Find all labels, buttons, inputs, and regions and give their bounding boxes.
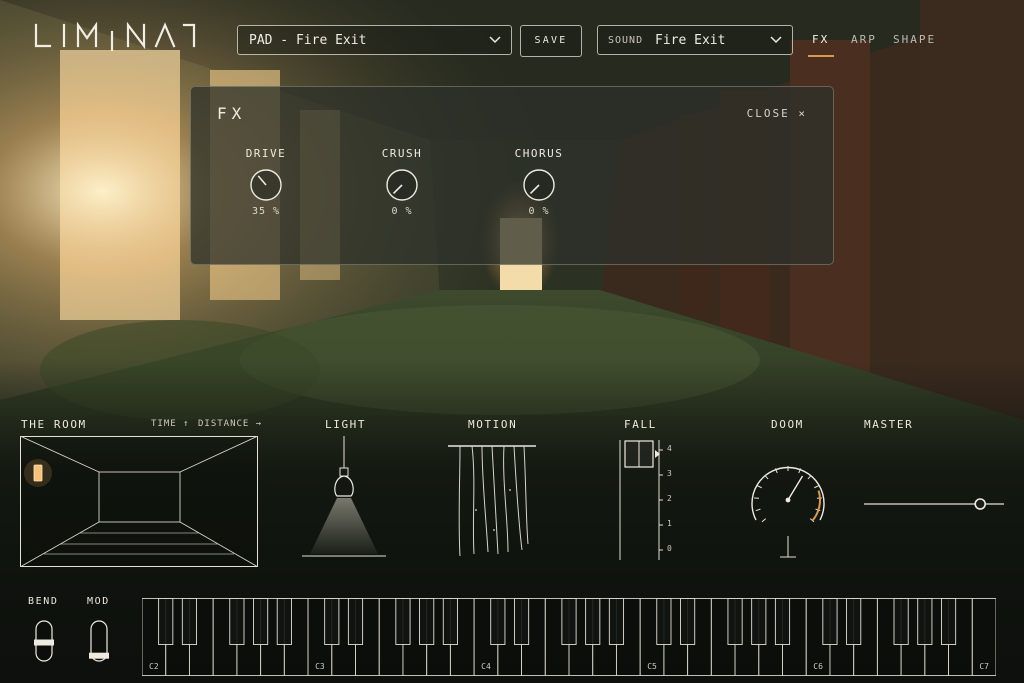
pitch-bend-wheel[interactable]: [34, 620, 54, 662]
black-key[interactable]: [561, 598, 577, 645]
light-control[interactable]: [300, 436, 388, 560]
bend-label: BEND: [28, 596, 59, 607]
black-key[interactable]: [181, 598, 198, 645]
black-key[interactable]: [608, 598, 625, 645]
black-key[interactable]: [585, 598, 601, 645]
fx-panel: FX CLOSE × DRIVE 35 % CRUSH 0 % CHORUS 0…: [190, 86, 834, 265]
black-key[interactable]: [940, 598, 957, 645]
octave-label: C7: [979, 662, 989, 671]
light-title: LIGHT: [325, 418, 367, 431]
black-key[interactable]: [442, 598, 458, 645]
knob-dial[interactable]: [385, 168, 419, 202]
black-key[interactable]: [395, 598, 411, 645]
close-label: CLOSE: [746, 107, 790, 120]
black-key[interactable]: [917, 598, 933, 645]
knob-value: 0 %: [391, 206, 413, 217]
preset-selector-text: PAD - Fire Exit: [249, 33, 367, 48]
save-button[interactable]: SAVE: [520, 25, 582, 57]
fall-scale-1: 1: [667, 519, 673, 528]
master-title: MASTER: [864, 418, 914, 431]
room-xy-pad[interactable]: [20, 436, 258, 567]
black-key[interactable]: [229, 598, 245, 645]
doom-title: DOOM: [771, 418, 804, 431]
motion-control[interactable]: [446, 440, 538, 560]
black-key[interactable]: [774, 598, 791, 645]
octave-label: C2: [149, 662, 159, 671]
black-key[interactable]: [727, 598, 743, 645]
black-key[interactable]: [347, 598, 364, 645]
tab-fx[interactable]: FX: [812, 33, 829, 46]
knob-crush[interactable]: CRUSH 0 %: [372, 147, 432, 217]
liminal-logo: [34, 22, 196, 52]
black-key[interactable]: [324, 598, 340, 645]
tab-arp[interactable]: ARP: [851, 33, 877, 46]
black-key[interactable]: [656, 598, 672, 645]
black-key[interactable]: [822, 598, 838, 645]
fall-scale-0: 0: [667, 544, 673, 553]
master-slider[interactable]: [862, 494, 1006, 514]
black-key[interactable]: [158, 598, 174, 645]
piano-keyboard[interactable]: C2 C3 C4 C5 C6 C7: [142, 598, 996, 676]
tab-shape[interactable]: SHAPE: [893, 33, 936, 46]
knob-drive[interactable]: DRIVE 35 %: [236, 147, 296, 217]
preset-selector[interactable]: PAD - Fire Exit: [237, 25, 512, 55]
master-slider-thumb: [974, 498, 986, 510]
fall-slider[interactable]: 4 3 2 1 0: [615, 436, 685, 562]
knob-dial[interactable]: [522, 168, 556, 202]
octave-label: C4: [481, 662, 491, 671]
room-distance-label: DISTANCE →: [198, 419, 263, 429]
chevron-down-icon: [770, 36, 782, 44]
black-key[interactable]: [513, 598, 530, 645]
knob-dial[interactable]: [249, 168, 283, 202]
black-key[interactable]: [680, 598, 696, 645]
fall-slider-thumb[interactable]: [624, 440, 666, 470]
bulb-icon: [334, 475, 354, 497]
fall-scale-4: 4: [667, 444, 673, 453]
black-key[interactable]: [751, 598, 767, 645]
sound-selector-prefix: SOUND: [608, 35, 644, 46]
knob-chorus[interactable]: CHORUS 0 %: [509, 147, 569, 217]
black-key[interactable]: [846, 598, 862, 645]
knob-value: 35 %: [251, 206, 281, 217]
sound-selector[interactable]: SOUND Fire Exit: [597, 25, 793, 55]
octave-label: C3: [315, 662, 325, 671]
fall-scale-2: 2: [667, 494, 673, 503]
mod-wheel[interactable]: [89, 620, 109, 662]
doom-gauge[interactable]: [746, 458, 830, 562]
knob-label: CRUSH: [381, 147, 423, 160]
fall-scale-3: 3: [667, 469, 673, 478]
black-key[interactable]: [276, 598, 292, 645]
active-tab-indicator: [808, 55, 834, 57]
octave-label: C5: [647, 662, 657, 671]
knob-label: CHORUS: [514, 147, 564, 160]
mod-wheel-thumb: [89, 652, 109, 659]
black-key[interactable]: [419, 598, 435, 645]
close-icon: ×: [798, 107, 807, 120]
mod-label: MOD: [87, 596, 110, 607]
close-button[interactable]: CLOSE ×: [747, 107, 807, 120]
knob-label: DRIVE: [245, 147, 287, 160]
fx-panel-title: FX: [217, 104, 247, 123]
knob-value: 0 %: [528, 206, 550, 217]
pitch-bend-thumb: [34, 639, 54, 646]
motion-title: MOTION: [468, 418, 518, 431]
room-title: THE ROOM: [21, 418, 87, 431]
fall-title: FALL: [624, 418, 657, 431]
sound-selector-value: Fire Exit: [655, 33, 726, 48]
chevron-down-icon: [489, 36, 501, 44]
black-key[interactable]: [893, 598, 909, 645]
octave-label: C6: [813, 662, 823, 671]
room-position-marker: [33, 464, 43, 482]
room-time-label: TIME ↑: [151, 419, 190, 429]
black-key[interactable]: [490, 598, 506, 645]
black-key[interactable]: [253, 598, 269, 645]
